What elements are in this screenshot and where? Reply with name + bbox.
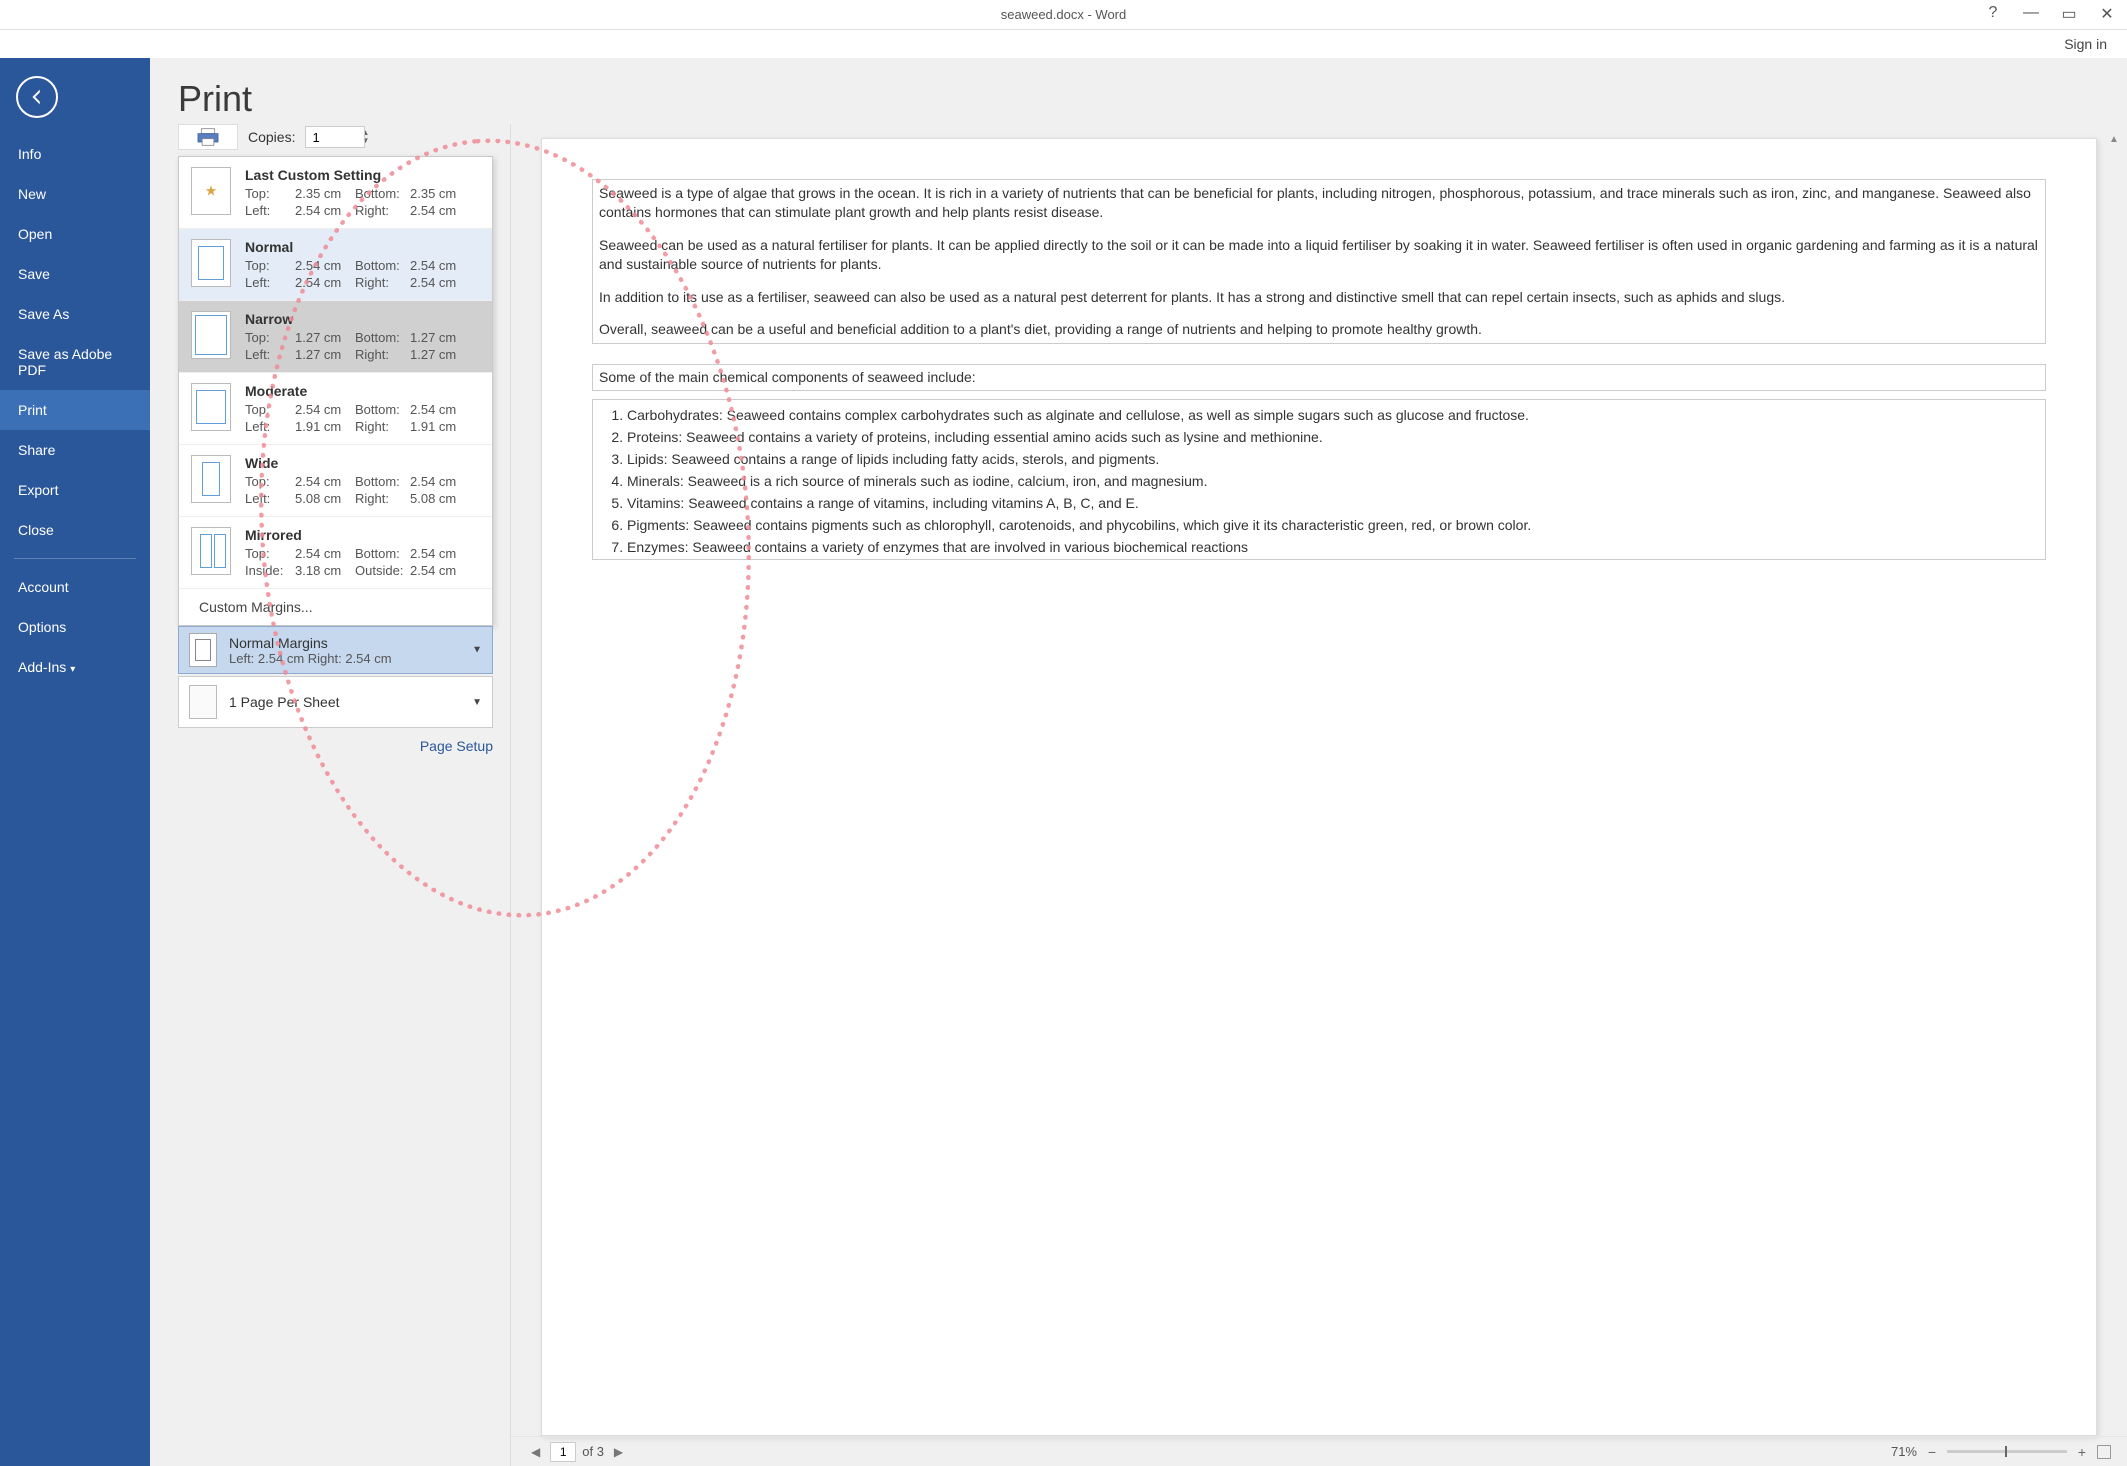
preview-list: Carbohydrates: Seaweed contains complex … [593,406,2039,556]
zoom-slider[interactable] [1947,1450,2067,1453]
margin-thumb-icon [191,383,231,431]
sidebar-item-account[interactable]: Account [0,567,150,607]
margin-thumb-icon [191,527,231,575]
preview-paragraph: In addition to its use as a fertiliser, … [599,288,2039,307]
margin-values-grid: Top:2.54 cmBottom:2.54 cmLeft:5.08 cmRig… [245,474,480,506]
sheet-thumb-icon [189,685,217,719]
window-title: seaweed.docx - Word [1001,7,1127,22]
list-item: Carbohydrates: Seaweed contains complex … [627,406,2039,425]
chevron-down-icon: ▼ [472,697,482,708]
margin-option-title: Moderate [245,383,480,399]
margins-selector[interactable]: Normal Margins Left: 2.54 cm Right: 2.54… [178,626,493,674]
margin-option-title: Narrow [245,311,480,327]
margin-option-title: Normal [245,239,480,255]
sign-in-link[interactable]: Sign in [2064,36,2107,52]
custom-margins-option[interactable]: Custom Margins... [179,589,492,625]
margin-values-grid: Top:2.54 cmBottom:2.54 cmInside:3.18 cmO… [245,546,480,578]
backstage-sidebar: Info New Open Save Save As Save as Adobe… [0,58,150,1466]
margin-option-wide[interactable]: Wide Top:2.54 cmBottom:2.54 cmLeft:5.08 c… [179,445,492,517]
pages-per-sheet-label: 1 Page Per Sheet [229,694,340,710]
sidebar-item-close[interactable]: Close [0,510,150,550]
help-icon[interactable]: ? [1983,4,2003,24]
preview-status-bar: ◀ of 3 ▶ 71% − + [511,1436,2127,1466]
title-bar: seaweed.docx - Word ? — ▭ ✕ [0,0,2127,30]
page-number-input[interactable] [550,1442,576,1462]
preview-page: Seaweed is a type of algae that grows in… [541,138,2097,1436]
margin-option-moderate[interactable]: Moderate Top:2.54 cmBottom:2.54 cmLeft:1.… [179,373,492,445]
margin-thumb-icon [191,311,231,359]
minimize-icon[interactable]: — [2021,4,2041,24]
sidebar-separator [14,558,136,559]
margin-option-narrow[interactable]: Narrow Top:1.27 cmBottom:1.27 cmLeft:1.27… [179,301,492,373]
selected-margin-title: Normal Margins [229,635,392,651]
fit-to-window-icon[interactable] [2097,1445,2111,1459]
back-button[interactable] [16,76,58,118]
preview-paragraph: Seaweed can be used as a natural fertili… [599,236,2039,274]
close-icon[interactable]: ✕ [2097,4,2117,24]
sidebar-item-new[interactable]: New [0,174,150,214]
sidebar-item-save[interactable]: Save [0,254,150,294]
list-item: Vitamins: Seaweed contains a range of vi… [627,494,2039,513]
zoom-percent: 71% [1891,1444,1917,1459]
preview-paragraph: Overall, seaweed can be a useful and ben… [599,320,2039,339]
margin-thumb-icon [189,633,217,667]
margin-option-mirrored[interactable]: Mirrored Top:2.54 cmBottom:2.54 cmInside:… [179,517,492,589]
margin-values-grid: Top:2.54 cmBottom:2.54 cmLeft:2.54 cmRig… [245,258,480,290]
margin-option-title: Mirrored [245,527,480,543]
zoom-in-button[interactable]: + [2075,1444,2089,1460]
margin-option-title: Last Custom Setting [245,167,480,183]
sidebar-item-saveas-pdf[interactable]: Save as Adobe PDF [0,334,150,390]
print-settings-column: Copies: ▲▼ Last Custom SettingTop:2.35 c… [150,124,510,1466]
signin-row: Sign in [0,30,2127,58]
maximize-icon[interactable]: ▭ [2059,4,2079,24]
pages-per-sheet-selector[interactable]: 1 Page Per Sheet ▼ [178,676,493,728]
sidebar-item-open[interactable]: Open [0,214,150,254]
margin-values-grid: Top:1.27 cmBottom:1.27 cmLeft:1.27 cmRig… [245,330,480,362]
margin-option-title: Wide [245,455,480,471]
margin-option-last-custom-setting[interactable]: Last Custom Setting Top:2.35 cmBottom:2.3… [179,157,492,229]
sidebar-item-info[interactable]: Info [0,134,150,174]
list-item: Minerals: Seaweed is a rich source of mi… [627,472,2039,491]
sidebar-item-print[interactable]: Print [0,390,150,430]
margin-thumb-icon [191,167,231,215]
chevron-down-icon: ▾ [70,664,75,675]
margin-thumb-icon [191,239,231,287]
copies-input[interactable] [305,126,365,148]
page-total-label: of 3 [582,1444,604,1459]
prev-page-button[interactable]: ◀ [527,1445,544,1459]
selected-margin-detail: Left: 2.54 cm Right: 2.54 cm [229,651,392,666]
sidebar-item-export[interactable]: Export [0,470,150,510]
page-title: Print [178,78,2127,120]
print-button[interactable] [178,124,238,150]
sidebar-item-addins[interactable]: Add-Ins▾ [0,647,150,687]
scroll-up-icon[interactable]: ▲ [2107,134,2121,148]
page-setup-link[interactable]: Page Setup [420,738,493,754]
margin-option-normal[interactable]: Normal Top:2.54 cmBottom:2.54 cmLeft:2.54… [179,229,492,301]
margin-values-grid: Top:2.35 cmBottom:2.35 cmLeft:2.54 cmRig… [245,186,480,218]
sidebar-item-options[interactable]: Options [0,607,150,647]
list-item: Enzymes: Seaweed contains a variety of e… [627,538,2039,557]
print-preview-column: ▲ Seaweed is a type of algae that grows … [510,124,2127,1466]
preview-subheading: Some of the main chemical components of … [592,364,2046,391]
next-page-button[interactable]: ▶ [610,1445,627,1459]
copies-label: Copies: [248,129,295,145]
sidebar-item-share[interactable]: Share [0,430,150,470]
preview-paragraph: Seaweed is a type of algae that grows in… [599,184,2039,222]
chevron-down-icon: ▼ [472,645,482,656]
list-item: Lipids: Seaweed contains a range of lipi… [627,450,2039,469]
sidebar-item-saveas[interactable]: Save As [0,294,150,334]
margin-values-grid: Top:2.54 cmBottom:2.54 cmLeft:1.91 cmRig… [245,402,480,434]
margin-thumb-icon [191,455,231,503]
list-item: Proteins: Seaweed contains a variety of … [627,428,2039,447]
zoom-out-button[interactable]: − [1925,1444,1939,1460]
list-item: Pigments: Seaweed contains pigments such… [627,516,2039,535]
margins-dropdown-panel: Last Custom Setting Top:2.35 cmBottom:2.3… [178,156,493,626]
